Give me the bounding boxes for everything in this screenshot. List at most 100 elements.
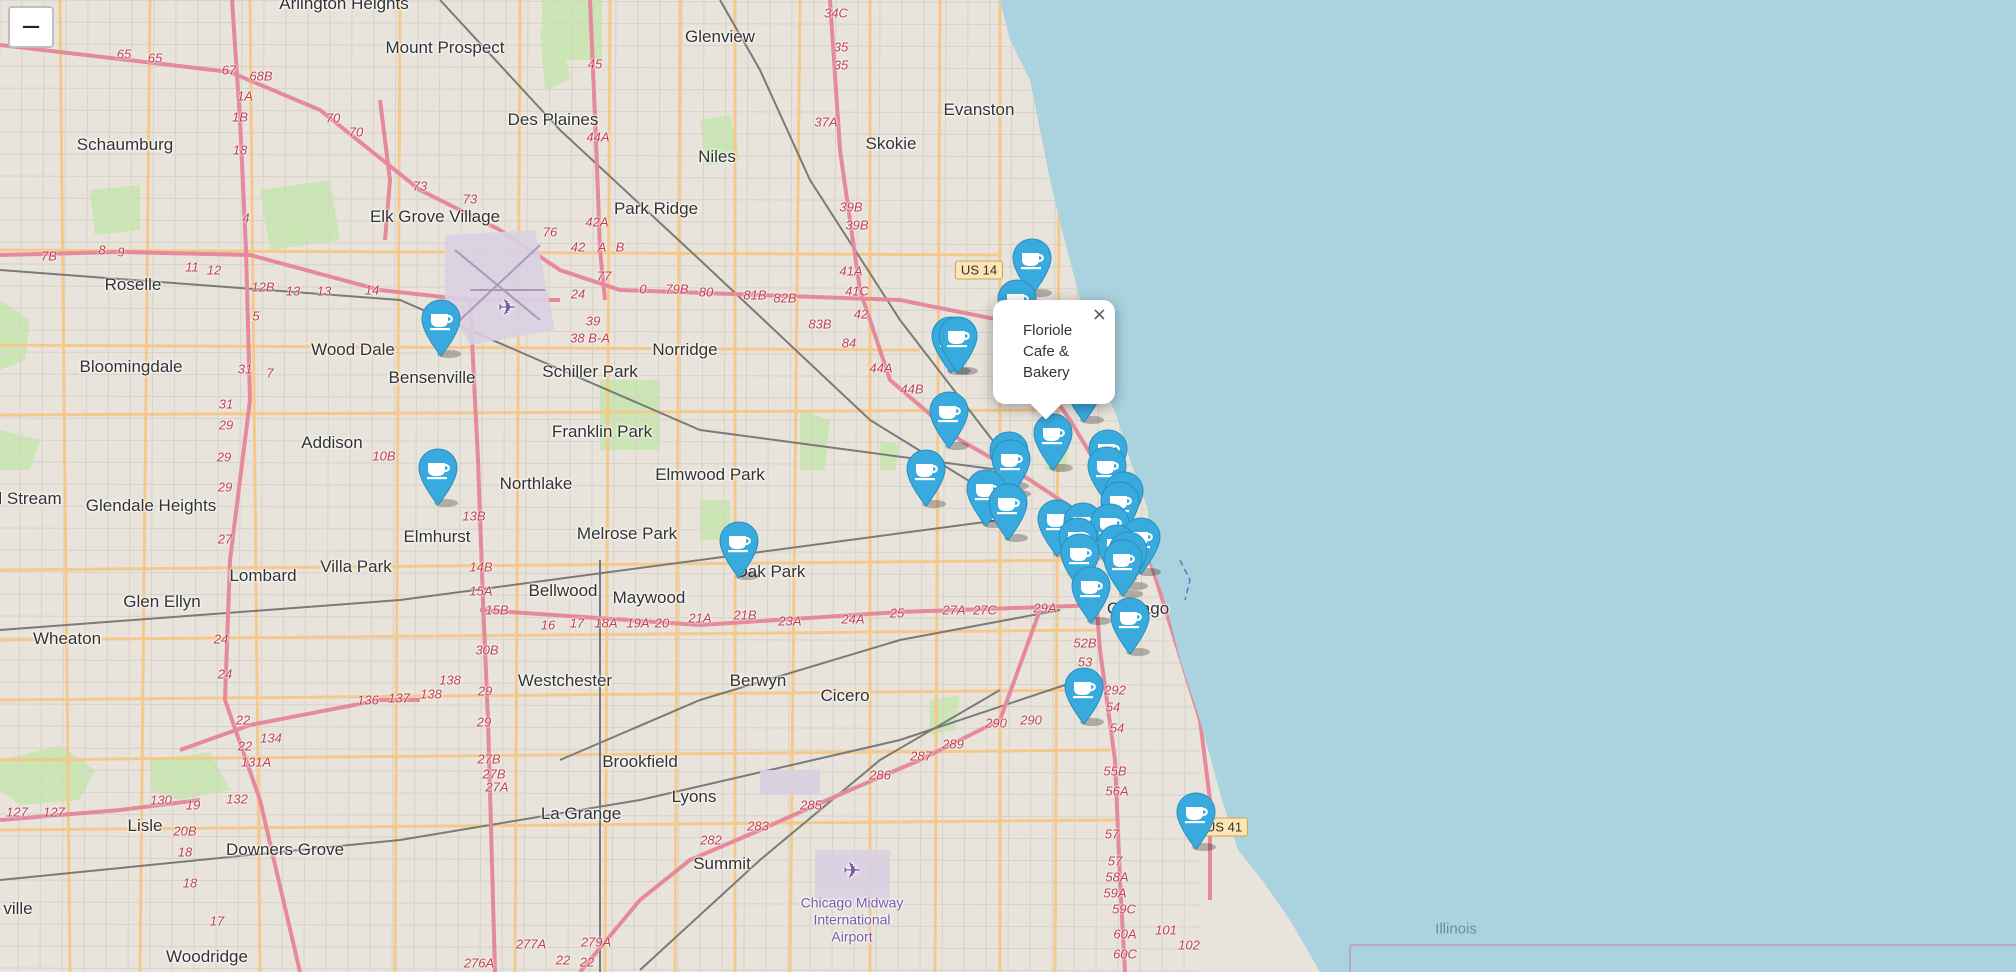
airport-icon: ✈: [842, 858, 862, 883]
place-label: Brookfield: [602, 752, 678, 771]
cafe-marker[interactable]: [1108, 596, 1152, 656]
exit-number: 57: [1104, 826, 1120, 842]
exit-number: 10B: [372, 448, 396, 464]
place-label: Mount Prospect: [385, 38, 505, 57]
exit-number: 42: [853, 306, 869, 322]
exit-number: 20: [654, 615, 670, 631]
exit-number: 20B: [173, 823, 197, 839]
place-label: Wheaton: [32, 629, 102, 648]
exit-number: 29: [476, 714, 492, 730]
exit-number: 27A: [485, 779, 509, 795]
exit-number: 29: [217, 479, 233, 495]
place-label: Berwyn: [729, 671, 787, 690]
cafe-marker[interactable]: [1069, 565, 1113, 625]
exit-number: 134: [260, 730, 282, 746]
place-label: Lombard: [229, 566, 297, 585]
exit-number: 68B: [249, 68, 273, 84]
cafe-marker[interactable]: [419, 298, 463, 358]
place-label: Lyons: [671, 787, 717, 806]
place-label: Des Plaines: [507, 110, 599, 129]
exit-number: 282: [700, 832, 722, 848]
place-label: Northlake: [499, 474, 573, 493]
exit-number: 287: [910, 748, 932, 764]
exit-number: 13: [316, 283, 332, 299]
place-label: Villa Park: [320, 557, 392, 576]
exit-number: 12B: [251, 279, 275, 295]
exit-number: 83B: [808, 316, 832, 332]
cafe-marker[interactable]: [416, 447, 460, 507]
exit-number: 137: [388, 690, 410, 706]
exit-number: 132: [226, 791, 248, 807]
exit-number: 30B: [475, 642, 499, 658]
place-label: Roselle: [104, 275, 162, 294]
exit-number: 29: [477, 683, 493, 699]
place-label: Glendale Heights: [85, 496, 217, 515]
exit-number: B: [615, 239, 625, 255]
exit-number: 65: [147, 50, 163, 66]
place-label: Bellwood: [528, 581, 598, 600]
exit-number: 13: [285, 283, 301, 299]
exit-number: 8: [98, 242, 106, 258]
cafe-marker[interactable]: [1062, 666, 1106, 726]
cafe-marker[interactable]: [986, 482, 1030, 542]
cafe-marker[interactable]: [904, 448, 948, 508]
exit-number: 127: [43, 804, 65, 820]
exit-number: 60C: [1113, 946, 1137, 962]
place-label: Niles: [698, 147, 736, 166]
place-label: Schaumburg: [76, 135, 174, 154]
place-label: Glen Ellyn: [123, 592, 201, 611]
place-label: Elk Grove Village: [369, 207, 501, 226]
place-label: Lisle: [127, 816, 163, 835]
place-label: Glenview: [685, 27, 755, 46]
exit-number: 31: [218, 396, 234, 412]
place-label: Park Ridge: [613, 199, 699, 218]
cafe-marker[interactable]: [717, 520, 761, 580]
cafe-marker[interactable]: [936, 315, 980, 375]
exit-number: 27C: [973, 602, 997, 618]
exit-number: 76: [542, 224, 558, 240]
exit-number: 56A: [1105, 783, 1129, 799]
place-label: Maywood: [612, 588, 686, 607]
us-route-shield: US 14: [954, 260, 1004, 280]
exit-number: 23A: [778, 613, 802, 629]
cafe-marker[interactable]: [927, 390, 971, 450]
exit-number: 5: [252, 308, 260, 324]
cafe-marker[interactable]: [1174, 791, 1218, 851]
map-view[interactable]: Arlington Heights Mount Prospect Glenview E…: [0, 0, 2016, 972]
exit-number: 44B: [900, 381, 924, 397]
exit-number: 11: [185, 259, 199, 275]
exit-number: 127: [6, 804, 28, 820]
exit-number: 59C: [1112, 901, 1136, 917]
exit-number: 82B: [773, 290, 797, 306]
place-label: Downers Grove: [225, 840, 345, 859]
exit-number: 290: [985, 715, 1007, 731]
exit-number: 24: [217, 666, 233, 682]
exit-number: 138: [439, 672, 461, 688]
exit-number: 55B: [1103, 763, 1127, 779]
exit-number: 138: [420, 686, 442, 702]
place-label: Evanston: [943, 100, 1015, 119]
exit-number: 77: [596, 268, 612, 284]
cafe-marker[interactable]: [1031, 412, 1075, 472]
exit-number: 57: [1107, 853, 1123, 869]
exit-number: 81B: [743, 287, 767, 303]
exit-number: 24: [213, 631, 229, 647]
place-label: Wood Dale: [311, 340, 395, 359]
exit-number: 13B: [462, 508, 486, 524]
exit-number: 18: [177, 844, 193, 860]
exit-number: 22: [555, 952, 571, 968]
exit-number: 59A: [1103, 885, 1127, 901]
exit-number: 130: [150, 792, 172, 808]
exit-number: 16: [540, 617, 556, 633]
popup-close-icon[interactable]: ×: [1092, 306, 1107, 324]
zoom-out-button[interactable]: −: [8, 6, 54, 48]
exit-number: 52B: [1073, 635, 1097, 651]
place-label: Schiller Park: [542, 362, 638, 381]
exit-number: 42A: [585, 214, 609, 230]
exit-number: 12: [206, 262, 222, 278]
exit-number: 17: [209, 913, 225, 929]
exit-number: 18: [182, 875, 198, 891]
exit-number: 15B: [485, 602, 509, 618]
exit-number: 31: [237, 361, 253, 377]
exit-number: 80: [698, 284, 714, 300]
